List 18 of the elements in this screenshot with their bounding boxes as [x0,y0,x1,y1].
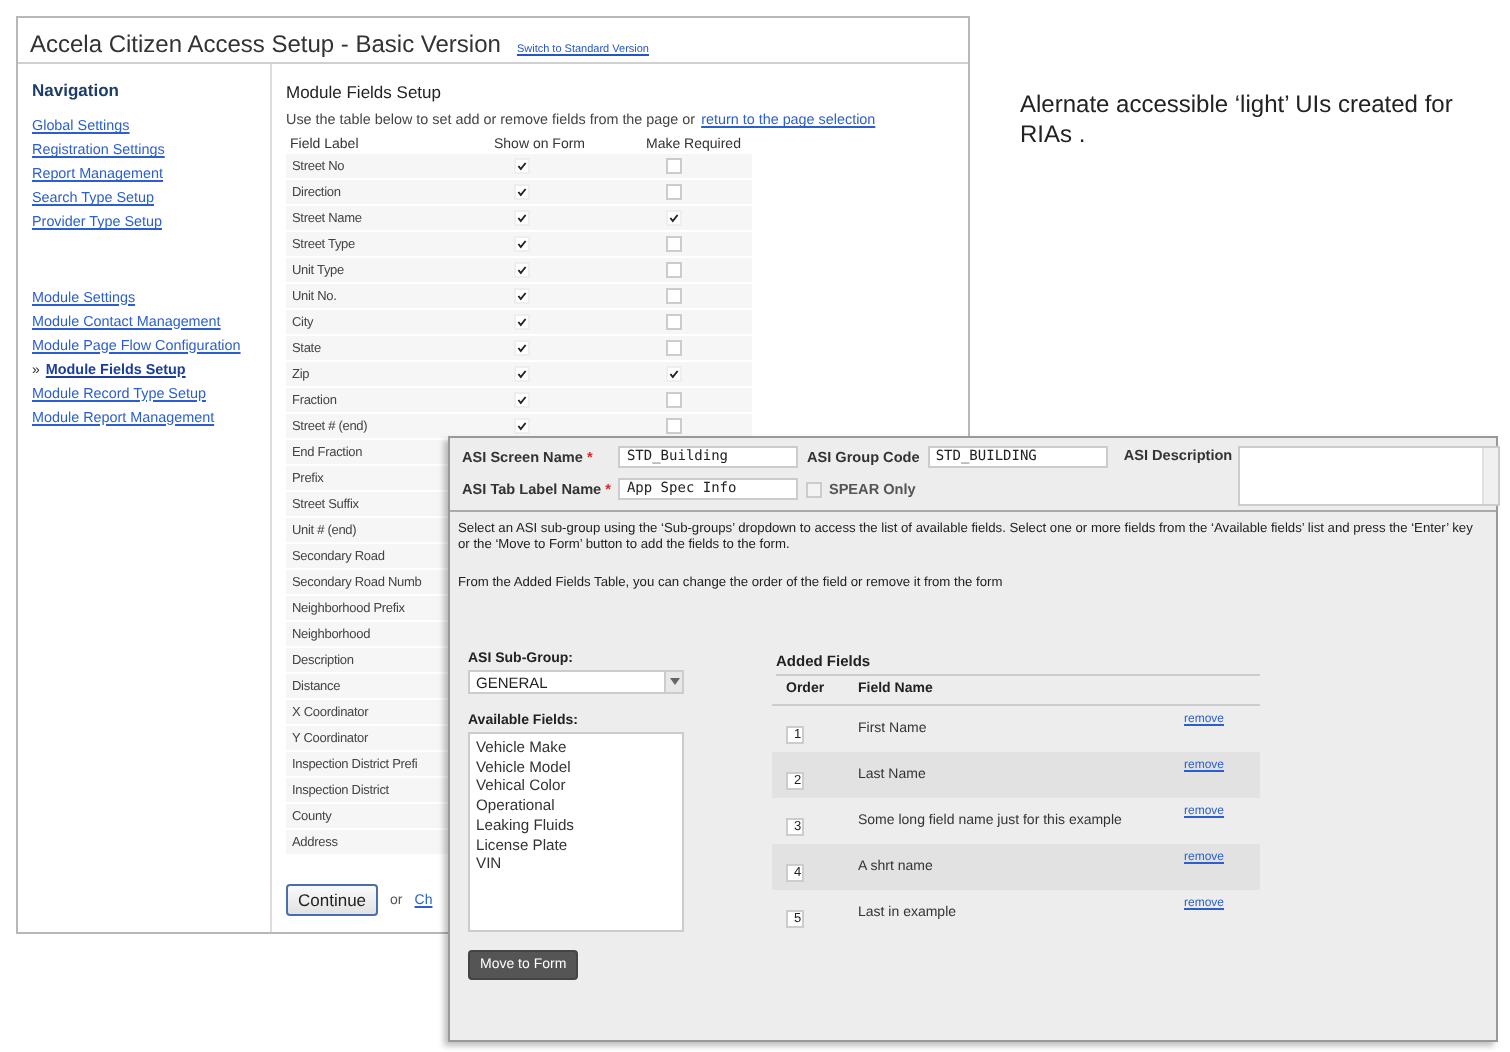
checkbox[interactable] [666,158,682,174]
checkbox[interactable] [666,236,682,252]
section-title: Module Fields Setup [286,82,443,102]
navigation-heading: Navigation [32,80,121,100]
continue-button[interactable]: Continue [286,884,379,916]
checkbox[interactable] [666,314,682,330]
checkbox[interactable] [806,481,823,497]
checkbox[interactable] [666,262,682,278]
scrollbar[interactable] [1482,448,1499,504]
window-title: Accela Citizen Access Setup - Basic Version [30,30,501,58]
checkbox[interactable] [666,392,682,408]
dropdown-arrow-icon[interactable] [669,678,679,686]
checkbox[interactable] [666,184,682,200]
note-text: Alernate accessible ‘light’ UIs created for RIAs . [1020,90,1455,150]
checkbox[interactable] [666,418,682,434]
checkbox[interactable] [666,288,682,304]
description-field[interactable] [1238,446,1501,506]
checkbox[interactable] [666,340,682,356]
